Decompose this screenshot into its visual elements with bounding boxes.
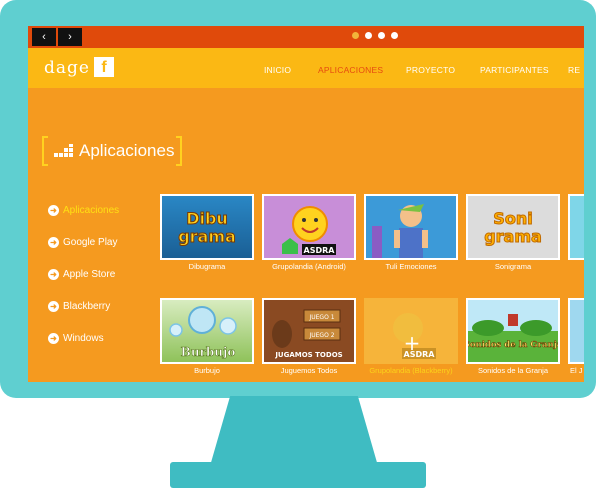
carousel-dot-4[interactable] [391,32,398,39]
sun-mascot-icon: ASDRA + [393,313,436,359]
farm-icon: Sonidos de la Granja [468,314,558,350]
sidebar-item-label: Google Play [63,236,118,248]
arrow-right-icon: ➜ [48,300,59,312]
app-caption: Sonidos de la Granja [477,366,549,375]
svg-text:ASDRA: ASDRA [304,246,336,255]
app-tile-sonigrama[interactable]: Soni grama Sonigrama [466,194,560,278]
plus-icon: + [404,331,421,355]
blocks-icon [54,144,76,158]
app-thumbnail[interactable]: Burbujo [160,298,254,364]
screen: ‹ › dage f INICIO APLICACIONES PROYECTO … [28,26,584,382]
arrow-right-icon: ➜ [48,204,59,216]
carousel-dot-2[interactable] [365,32,372,39]
site-logo[interactable]: dage [44,58,90,78]
page-title-text: Aplicaciones [79,141,175,160]
app-thumbnail[interactable]: ASDRA [262,194,356,260]
svg-text:JUEGO 1: JUEGO 1 [308,314,334,321]
sidebar-item-blackberry[interactable]: ➜ Blackberry [48,290,119,322]
app-caption: El J [570,366,583,375]
nav-proyecto[interactable]: PROYECTO [406,65,455,75]
svg-text:Burbujo: Burbujo [181,345,236,359]
app-thumbnail[interactable]: Soni grama [466,194,560,260]
app-caption: Grupolandia (Blackberry) [369,366,453,375]
app-tile-sonidos-granja[interactable]: Sonidos de la Granja Sonidos de la Granj… [466,298,560,382]
svg-text:JUGAMOS TODOS: JUGAMOS TODOS [274,351,342,359]
sidebar-item-label: Aplicaciones [63,204,120,216]
app-tile-partial-2[interactable]: El J [568,298,584,382]
app-thumbnail[interactable] [568,298,584,364]
sun-mascot-icon: ASDRA [282,206,336,255]
monitor-base [170,462,426,488]
carousel-dot-3[interactable] [378,32,385,39]
facebook-icon[interactable]: f [94,57,114,77]
app-thumbnail[interactable] [568,194,584,260]
sidebar-item-google-play[interactable]: ➜ Google Play [48,226,119,258]
app-tile-tuli-emociones[interactable]: Tuli Emociones [364,194,458,278]
app-tile-juguemos-todos[interactable]: JUEGO 1 JUEGO 2 JUGAMOS TODOS Juguemos T… [262,298,356,382]
carousel-dots [352,32,398,39]
nav-aplicaciones[interactable]: APLICACIONES [318,65,383,75]
svg-text:JUEGO 2: JUEGO 2 [308,332,334,339]
sidebar-item-label: Windows [63,332,104,344]
monitor-neck [210,396,378,466]
back-button[interactable]: ‹ [32,28,56,46]
app-tile-dibugrama[interactable]: Dibu grama Dibugrama [160,194,254,278]
sidebar-item-apple-store[interactable]: ➜ Apple Store [48,258,119,290]
character-icon [372,204,428,258]
app-thumbnail[interactable]: JUEGO 1 JUEGO 2 JUGAMOS TODOS [262,298,356,364]
top-bar: ‹ › [28,26,584,48]
app-tile-burbujo[interactable]: Burbujo Burbujo [160,298,254,382]
app-thumbnail[interactable]: Sonidos de la Granja [466,298,560,364]
sidebar-item-windows[interactable]: ➜ Windows [48,322,119,354]
nav-more[interactable]: RE [568,65,580,75]
wooden-signs-icon: JUEGO 1 JUEGO 2 JUGAMOS TODOS [272,309,343,359]
forward-button[interactable]: › [58,28,82,46]
app-thumbnail[interactable]: Dibu grama [160,194,254,260]
nav-inicio[interactable]: INICIO [264,65,291,75]
site-header: dage f INICIO APLICACIONES PROYECTO PART… [28,48,584,88]
arrow-right-icon: ➜ [48,236,59,248]
app-caption: Dibugrama [188,262,226,271]
sidebar-item-label: Blackberry [63,300,111,312]
sidebar-item-aplicaciones[interactable]: ➜ Aplicaciones [48,194,119,226]
svg-text:Dibu: Dibu [186,209,228,228]
app-caption: Tuli Emociones [385,262,437,271]
sidebar-item-label: Apple Store [63,268,116,280]
sidebar-menu: ➜ Aplicaciones ➜ Google Play ➜ Apple Sto… [48,194,119,354]
monitor-frame: ‹ › dage f INICIO APLICACIONES PROYECTO … [0,0,596,398]
bubbles-icon: Burbujo [169,306,237,359]
app-caption: Juguemos Todos [280,366,338,375]
svg-text:grama: grama [484,227,542,246]
carousel-dot-1[interactable] [352,32,359,39]
nav-participantes[interactable]: PARTICIPANTES [480,65,549,75]
app-thumbnail[interactable]: ASDRA + [364,298,458,364]
app-tile-partial[interactable] [568,194,584,278]
svg-text:Sonidos de la Granja: Sonidos de la Granja [468,340,558,350]
app-caption: Burbujo [194,366,220,375]
app-caption: Sonigrama [494,262,532,271]
arrow-right-icon: ➜ [48,268,59,280]
svg-text:Soni: Soni [493,209,532,228]
app-tile-grupolandia-blackberry[interactable]: ASDRA + Grupolandia (Blackberry) [364,298,458,382]
sonigrama-logo: Soni grama [484,209,543,247]
arrow-right-icon: ➜ [48,332,59,344]
svg-text:grama: grama [178,227,236,246]
dibugrama-logo: Dibu grama [178,209,237,247]
app-thumbnail[interactable] [364,194,458,260]
bracket-right [176,136,183,166]
app-caption: Grupolandia (Android) [272,262,346,271]
bracket-left [42,136,48,166]
page-title: Aplicaciones [42,136,183,166]
app-tile-grupolandia-android[interactable]: ASDRA Grupolandia (Android) [262,194,356,278]
